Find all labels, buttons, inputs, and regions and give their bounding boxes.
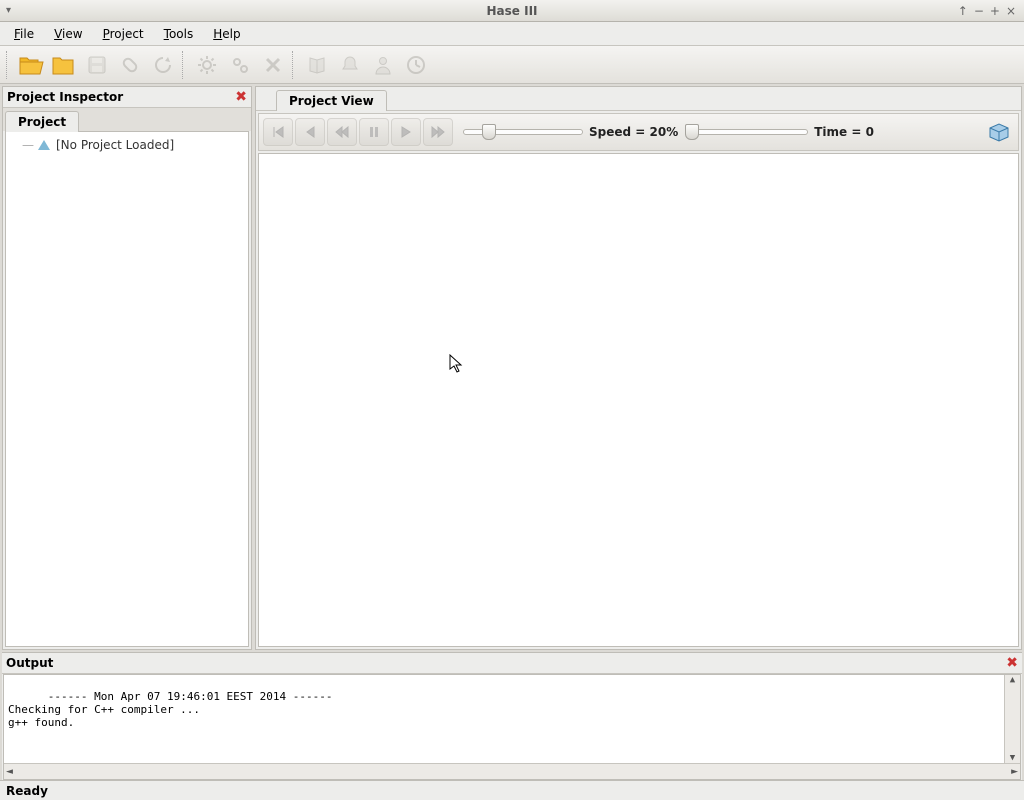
- bell-icon: [340, 54, 360, 76]
- settings-button[interactable]: [191, 49, 223, 81]
- status-text: Ready: [6, 784, 48, 798]
- project-tree[interactable]: — [No Project Loaded]: [5, 131, 249, 647]
- window-title: Hase III: [487, 4, 538, 18]
- refresh-button[interactable]: [147, 49, 179, 81]
- open-folder-button[interactable]: [15, 49, 47, 81]
- clock-icon: [405, 54, 427, 76]
- project-view-tabstrip: Project View: [256, 87, 1021, 111]
- menu-view[interactable]: View: [46, 24, 90, 44]
- menubar: File View Project Tools Help: [0, 22, 1024, 46]
- triangle-icon: [38, 140, 50, 150]
- project-inspector-header: Project Inspector ✖: [3, 87, 251, 108]
- speed-slider[interactable]: [463, 129, 583, 135]
- time-label: Time = 0: [814, 125, 874, 139]
- attach-button[interactable]: [114, 49, 146, 81]
- rewind-icon: [334, 124, 350, 140]
- close-icon[interactable]: ✖: [1006, 655, 1018, 671]
- folder-open-icon: [18, 54, 44, 76]
- menu-project[interactable]: Project: [95, 24, 152, 44]
- clock-button[interactable]: [400, 49, 432, 81]
- scroll-up-icon[interactable]: ▲: [1010, 675, 1015, 685]
- scroll-right-icon[interactable]: ►: [1011, 767, 1018, 777]
- main-toolbar: [0, 46, 1024, 84]
- link-icon: [119, 54, 141, 76]
- toolbar-separator: [6, 51, 12, 79]
- open-folder-alt-button[interactable]: [48, 49, 80, 81]
- inspector-tabstrip: Project: [3, 108, 251, 131]
- stop-button[interactable]: [257, 49, 289, 81]
- scroll-down-icon[interactable]: ▼: [1010, 753, 1015, 763]
- tab-project-view[interactable]: Project View: [276, 90, 387, 111]
- main-area: Project Inspector ✖ Project — [No Projec…: [0, 84, 1024, 652]
- fast-forward-button[interactable]: [423, 118, 453, 146]
- floppy-icon: [86, 54, 108, 76]
- fast-forward-icon: [430, 124, 446, 140]
- scroll-left-icon[interactable]: ◄: [6, 767, 13, 777]
- close-icon[interactable]: ✖: [235, 89, 247, 105]
- project-inspector-title: Project Inspector: [7, 90, 123, 104]
- window-minimize-icon[interactable]: −: [974, 4, 984, 18]
- speed-label: Speed = 20%: [589, 125, 678, 139]
- prev-button[interactable]: [295, 118, 325, 146]
- book-icon: [306, 54, 328, 76]
- skip-back-icon: [270, 124, 286, 140]
- refresh-icon: [152, 54, 174, 76]
- cursor-icon: [449, 354, 463, 374]
- tab-project-view-label: Project View: [289, 94, 374, 108]
- reset-view-button[interactable]: [986, 121, 1012, 143]
- time-slider[interactable]: [688, 129, 808, 135]
- window-close-icon[interactable]: ×: [1006, 4, 1016, 18]
- pause-icon: [366, 124, 382, 140]
- vertical-scrollbar[interactable]: ▲ ▼: [1004, 675, 1020, 763]
- tree-root-label: [No Project Loaded]: [56, 138, 174, 152]
- gears-button[interactable]: [224, 49, 256, 81]
- pause-button[interactable]: [359, 118, 389, 146]
- window-ontop-icon[interactable]: ↑: [958, 4, 968, 18]
- cube-icon: [986, 121, 1012, 143]
- folder-icon: [51, 54, 77, 76]
- user-button[interactable]: [367, 49, 399, 81]
- window-maximize-icon[interactable]: +: [990, 4, 1000, 18]
- slider-thumb[interactable]: [482, 124, 496, 140]
- window-menu-icon[interactable]: ▾: [0, 5, 11, 16]
- tab-project-label: Project: [18, 115, 66, 129]
- output-title: Output: [6, 656, 53, 670]
- window-titlebar: ▾ Hase III ↑ − + ×: [0, 0, 1024, 22]
- output-content: ------ Mon Apr 07 19:46:01 EEST 2014 ---…: [8, 690, 333, 729]
- first-button[interactable]: [263, 118, 293, 146]
- save-button[interactable]: [81, 49, 113, 81]
- statusbar: Ready: [0, 780, 1024, 800]
- speed-slider-group: Speed = 20%: [463, 125, 678, 139]
- tree-branch-icon: —: [22, 138, 34, 152]
- person-icon: [373, 54, 393, 76]
- menu-tools[interactable]: Tools: [156, 24, 202, 44]
- time-slider-group: Time = 0: [688, 125, 874, 139]
- project-view-panel: Project View: [255, 86, 1022, 650]
- bell-button[interactable]: [334, 49, 366, 81]
- x-icon: [263, 55, 283, 75]
- project-inspector-panel: Project Inspector ✖ Project — [No Projec…: [2, 86, 252, 650]
- play-icon: [398, 124, 414, 140]
- rewind-button[interactable]: [327, 118, 357, 146]
- play-button[interactable]: [391, 118, 421, 146]
- project-view-toolbar: Speed = 20% Time = 0: [258, 113, 1019, 151]
- toolbar-separator: [292, 51, 298, 79]
- menu-help[interactable]: Help: [205, 24, 248, 44]
- output-header: Output ✖: [2, 653, 1022, 674]
- output-panel: Output ✖ ------ Mon Apr 07 19:46:01 EEST…: [2, 652, 1022, 780]
- output-textarea[interactable]: ------ Mon Apr 07 19:46:01 EEST 2014 ---…: [4, 675, 1020, 763]
- gears-icon: [229, 54, 251, 76]
- toolbar-separator: [182, 51, 188, 79]
- book-button[interactable]: [301, 49, 333, 81]
- project-view-canvas[interactable]: [258, 153, 1019, 647]
- horizontal-scrollbar[interactable]: ◄ ►: [4, 763, 1020, 779]
- tab-project[interactable]: Project: [5, 111, 79, 132]
- tree-root-item[interactable]: — [No Project Loaded]: [12, 136, 242, 154]
- gear-icon: [196, 54, 218, 76]
- menu-file[interactable]: File: [6, 24, 42, 44]
- step-back-icon: [302, 124, 318, 140]
- slider-thumb[interactable]: [685, 124, 699, 140]
